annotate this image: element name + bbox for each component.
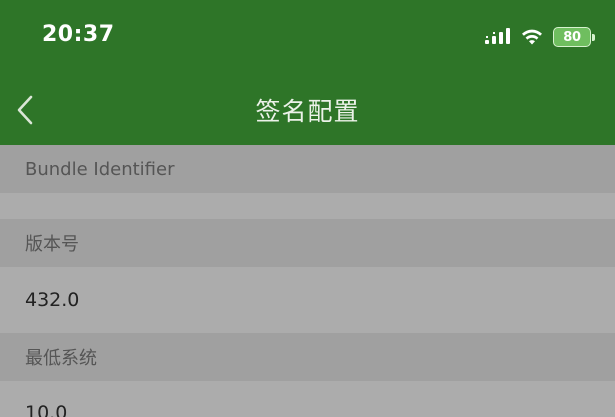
version-value: 432.0 [25,289,80,311]
battery-icon: 80 [553,27,595,47]
version-field[interactable]: 432.0 [0,267,615,333]
section-header-min-system: 最低系统 [0,333,615,381]
battery-percent: 80 [563,29,581,45]
settings-list: Bundle Identifier 版本号 432.0 最低系统 10.0 [0,145,615,417]
min-system-field[interactable]: 10.0 [0,381,615,417]
status-time: 20:37 [42,22,115,47]
section-header-bundle-identifier: Bundle Identifier [0,145,615,193]
section-header-version: 版本号 [0,219,615,267]
wifi-icon [522,29,542,45]
bundle-identifier-field[interactable] [0,193,615,219]
battery-nub [592,34,595,41]
section-label: 最低系统 [25,348,97,369]
section-label: Bundle Identifier [25,158,175,180]
page-title: 签名配置 [255,97,360,126]
navigation-header: 20:37 80 签名配置 [0,0,615,145]
section-label: 版本号 [25,234,79,255]
signal-icon [485,28,510,44]
status-icons: 80 [485,25,595,49]
